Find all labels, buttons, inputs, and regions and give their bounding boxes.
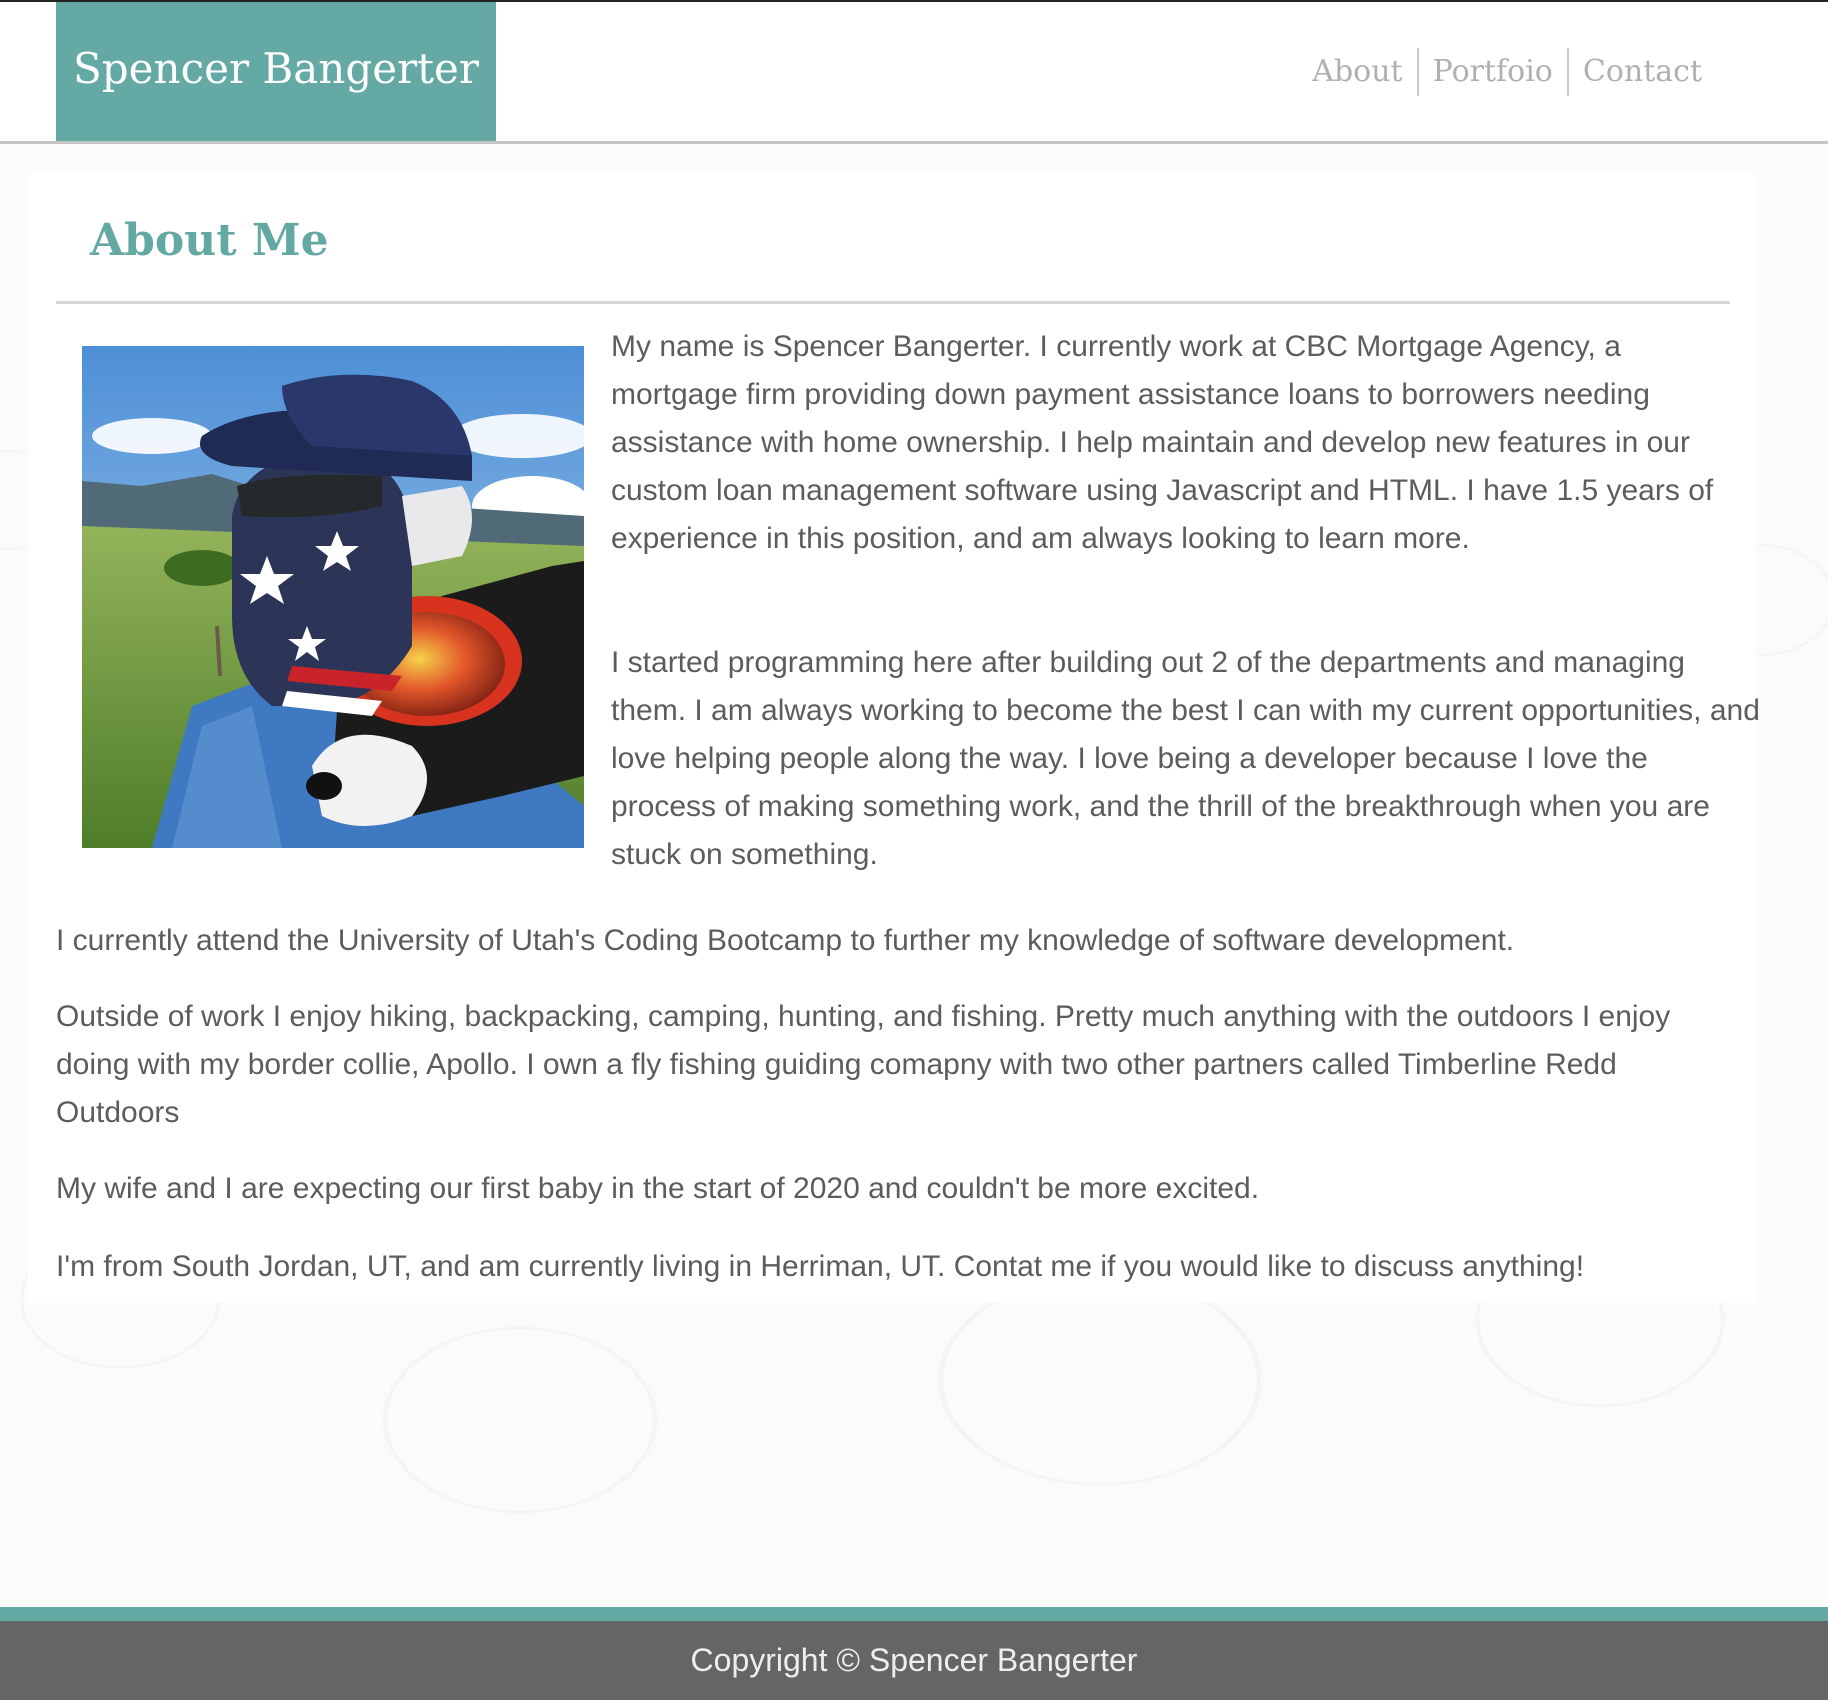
page-title: About Me <box>90 215 329 266</box>
bio-paragraph: I currently attend the University of Uta… <box>56 924 1515 957</box>
site-footer: Copyright © Spencer Bangerter <box>0 1621 1828 1700</box>
main-nav: About Portfoio Contact <box>1298 48 1716 96</box>
nav-about-link[interactable]: About <box>1298 49 1416 95</box>
site-header: Spencer Bangerter About Portfoio Contact <box>0 2 1828 144</box>
bio-paragraph: My name is Spencer Bangerter. I currentl… <box>611 330 1714 555</box>
footer-accent-bar <box>0 1607 1828 1621</box>
bio-paragraph: My wife and I are expecting our first ba… <box>56 1172 1260 1205</box>
site-brand[interactable]: Spencer Bangerter <box>56 2 496 141</box>
bio-paragraph: I started programming here after buildin… <box>611 646 1760 871</box>
copyright-text: Copyright © Spencer Bangerter <box>690 1642 1138 1678</box>
profile-photo-illustration <box>82 346 584 848</box>
bio-paragraph: I'm from South Jordan, UT, and am curren… <box>56 1250 1585 1283</box>
bio-paragraph: Outside of work I enjoy hiking, backpack… <box>56 1000 1671 1129</box>
nav-contact-link[interactable]: Contact <box>1569 49 1716 95</box>
profile-photo <box>82 346 584 848</box>
about-section: About Me My name is Spencer Bangerter. I… <box>28 173 1760 1303</box>
title-divider <box>56 301 1730 304</box>
nav-portfolio-link[interactable]: Portfoio <box>1419 49 1567 95</box>
